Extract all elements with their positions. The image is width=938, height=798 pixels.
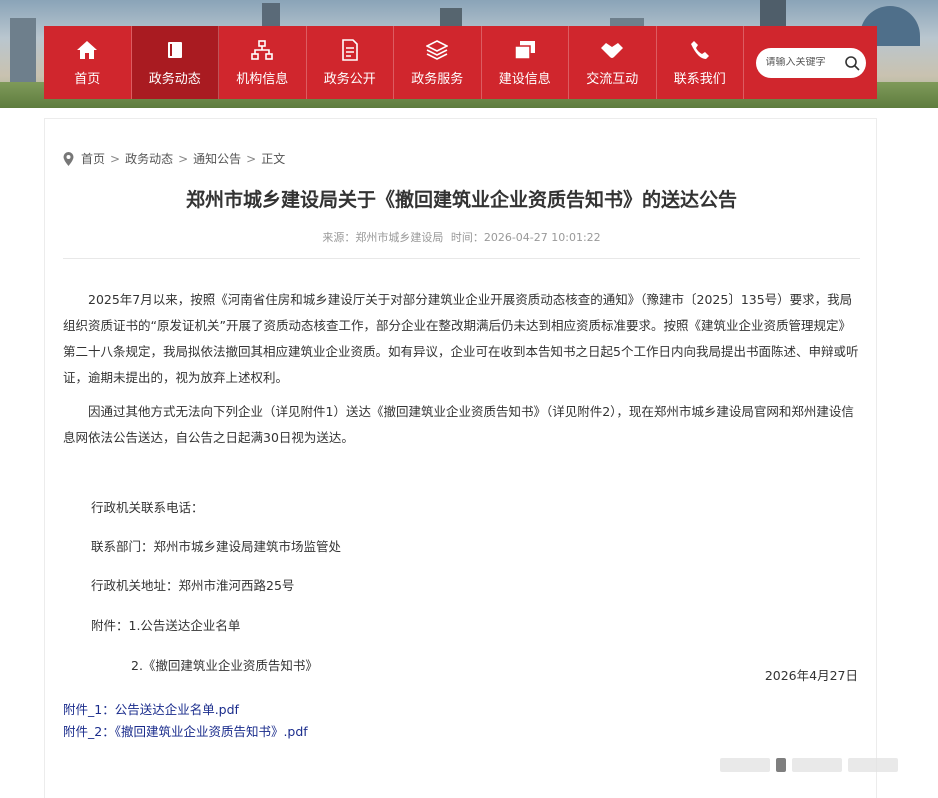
nav-item-label: 机构信息 [236, 72, 289, 87]
breadcrumb-current: 正文 [261, 152, 286, 166]
nav-item-disclosure[interactable]: 政务公开 [307, 26, 394, 99]
nav-item-label: 政务公开 [323, 72, 376, 87]
breadcrumb-notices[interactable]: 通知公告 [193, 150, 241, 167]
attachment-list-item: 附件：1.公告送达企业名单 [91, 618, 241, 633]
nav-item-services[interactable]: 政务服务 [394, 26, 482, 99]
building-decoration [10, 18, 36, 88]
main-nav: 首页 政务动态 机构信息 政务公开 政务服务 建设信息 交流互动 联系我们 请输… [44, 26, 877, 99]
breadcrumb-separator: > [110, 151, 121, 166]
contact-address: 行政机关地址：郑州市淮河西路25号 [91, 578, 295, 593]
article-body: 2025年7月以来，按照《河南省住房和城乡建设厅关于对部分建筑业企业开展资质动态… [63, 287, 863, 673]
nav-item-home[interactable]: 首页 [44, 26, 132, 99]
layers-icon [425, 38, 449, 62]
nav-item-contact[interactable]: 联系我们 [657, 26, 744, 99]
watermark-block [848, 758, 898, 772]
publish-date: 2026年4月27日 [764, 668, 858, 683]
article-source: 来源：郑州市城乡建设局 [322, 231, 444, 244]
copy-icon [513, 38, 537, 62]
divider [63, 258, 860, 259]
nav-item-label: 交流互动 [586, 72, 639, 87]
article-card: 首页 > 政务动态 > 通知公告 > 正文 郑州市城乡建设局关于《撤回建筑业企业… [44, 118, 877, 798]
nav-item-news[interactable]: 政务动态 [131, 26, 219, 99]
page-title: 郑州市城乡建设局关于《撤回建筑业企业资质告知书》的送达公告 [185, 189, 737, 211]
breadcrumb-home[interactable]: 首页 [81, 150, 105, 167]
handshake-icon [600, 38, 624, 62]
breadcrumb-news[interactable]: 政务动态 [125, 150, 173, 167]
attachment-link[interactable]: 附件_1：公告送达企业名单.pdf [63, 699, 239, 718]
nav-item-label: 联系我们 [673, 72, 726, 87]
watermark [720, 752, 920, 778]
phone-icon [688, 38, 712, 62]
article-paragraph: 因通过其他方式无法向下列企业（详见附件1）送达《撤回建筑业企业资质告知书》（详见… [63, 404, 854, 445]
watermark-block [720, 758, 770, 772]
breadcrumb: 首页 > 政务动态 > 通知公告 > 正文 [63, 150, 285, 167]
search-area [744, 26, 877, 99]
nav-item-org[interactable]: 机构信息 [219, 26, 307, 99]
nav-item-interaction[interactable]: 交流互动 [569, 26, 657, 99]
nav-item-label: 政务服务 [411, 72, 464, 87]
org-chart-icon [250, 38, 274, 62]
nav-item-construction[interactable]: 建设信息 [482, 26, 569, 99]
contact-phone: 行政机关联系电话： [91, 500, 204, 515]
nav-item-label: 建设信息 [498, 72, 551, 87]
location-pin-icon [63, 151, 75, 166]
breadcrumb-separator: > [178, 151, 189, 166]
attachment-list-item: 2.《撤回建筑业企业资质告知书》 [131, 658, 318, 673]
nav-item-label: 首页 [74, 72, 101, 87]
watermark-block [792, 758, 842, 772]
attachment-link[interactable]: 附件_2：《撤回建筑业企业资质告知书》.pdf [63, 721, 308, 740]
watermark-block [776, 758, 786, 772]
search-input[interactable] [765, 57, 844, 68]
nav-item-label: 政务动态 [148, 72, 201, 87]
article-paragraph: 2025年7月以来，按照《河南省住房和城乡建设厅关于对部分建筑业企业开展资质动态… [63, 292, 859, 385]
home-icon [75, 38, 99, 62]
search-icon[interactable] [844, 55, 860, 71]
contact-department: 联系部门：郑州市城乡建设局建筑市场监管处 [91, 539, 342, 554]
article-meta: 来源：郑州市城乡建设局 时间：2026-04-27 10:01:22 [45, 229, 878, 245]
article-time: 时间：2026-04-27 10:01:22 [450, 231, 601, 244]
search-box [755, 47, 866, 78]
breadcrumb-separator: > [246, 151, 257, 166]
book-icon [163, 38, 187, 62]
document-icon [338, 38, 362, 62]
